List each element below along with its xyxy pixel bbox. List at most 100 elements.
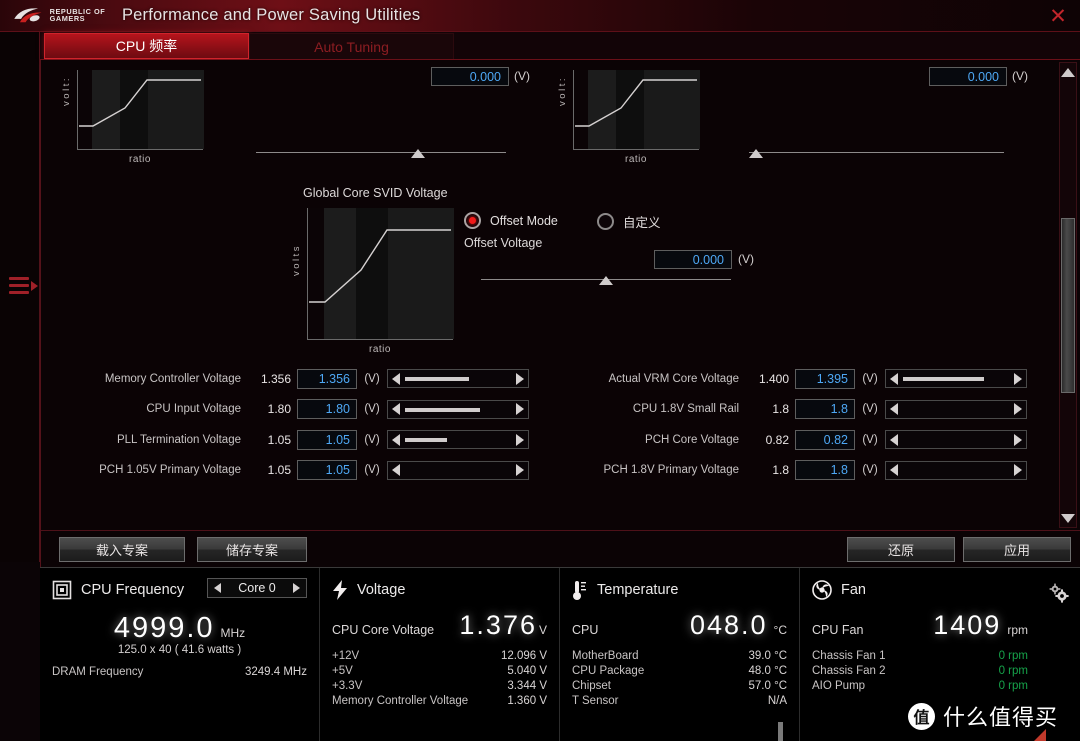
apply-button[interactable]: 应用 xyxy=(963,537,1071,562)
slider-thumb[interactable] xyxy=(599,276,613,285)
menu-toggle-icon[interactable] xyxy=(9,277,38,299)
voltage-row-slider[interactable] xyxy=(885,430,1027,449)
slider-fill xyxy=(405,377,469,381)
slider-fill xyxy=(903,377,984,381)
slider-fill xyxy=(405,407,480,412)
settings-gear-icon[interactable] xyxy=(1044,578,1074,608)
temperature-mini-scrollbar[interactable] xyxy=(778,722,783,741)
decrease-icon[interactable] xyxy=(890,372,898,385)
readout-row: Memory Controller Voltage 1.360 V xyxy=(332,695,547,707)
readout-row: +12V 12.096 V xyxy=(332,650,547,662)
cpu-fan-unit: rpm xyxy=(1007,623,1028,637)
graph-svid-voltage: volts ratio xyxy=(291,206,466,355)
hamburger-bar xyxy=(9,291,29,294)
voltage-row-slider[interactable] xyxy=(387,430,529,449)
right-voltage-input[interactable]: 0.000 xyxy=(929,67,1007,86)
offset-voltage-slider[interactable] xyxy=(481,272,731,288)
title-bar: REPUBLIC OF GAMERS Performance and Power… xyxy=(0,0,1080,32)
voltage-row-input[interactable]: 1.356 xyxy=(297,368,357,389)
slider-thumb[interactable] xyxy=(411,149,425,158)
decrease-icon[interactable] xyxy=(890,403,898,415)
load-profile-button[interactable]: 载入专案 xyxy=(59,537,185,562)
voltage-setting-row: Actual VRM Core Voltage 1.400 1.395 (V) xyxy=(559,368,1027,389)
dram-frequency-label: DRAM Frequency xyxy=(52,666,144,678)
readout-row: Chipset 57.0 °C xyxy=(572,680,787,692)
voltage-row-input[interactable]: 1.80 xyxy=(297,399,357,419)
vertical-scrollbar[interactable] xyxy=(1059,62,1077,528)
voltage-row-slider[interactable] xyxy=(885,460,1027,480)
increase-icon[interactable] xyxy=(1014,403,1022,415)
scroll-up-icon[interactable] xyxy=(1060,63,1076,81)
slider-thumb[interactable] xyxy=(749,149,763,158)
voltage-row-slider[interactable] xyxy=(885,399,1027,419)
voltage-row-input[interactable]: 0.82 xyxy=(795,429,855,450)
increase-icon[interactable] xyxy=(516,433,524,446)
offset-mode-label: Offset Mode xyxy=(490,213,558,228)
right-voltage-slider[interactable] xyxy=(749,145,1004,161)
voltage-row-unit: (V) xyxy=(364,433,380,446)
voltage-row-slider[interactable] xyxy=(387,460,529,480)
graph-right-xlabel: ratio xyxy=(625,154,647,165)
thermometer-icon xyxy=(573,580,586,600)
custom-mode-radio[interactable] xyxy=(597,213,614,230)
voltage-row-input[interactable]: 1.395 xyxy=(795,368,855,389)
restore-button[interactable]: 还原 xyxy=(847,537,955,562)
offset-mode-radio[interactable] xyxy=(464,212,481,229)
monitor-panel-voltage: Voltage CPU Core Voltage 1.376 V +12V 12.… xyxy=(320,568,560,741)
cpu-frequency-detail: 125.0 x 40 ( 41.6 watts ) xyxy=(117,644,242,656)
save-profile-button[interactable]: 储存专案 xyxy=(197,537,307,562)
voltage-row-unit: (V) xyxy=(364,372,380,385)
decrease-icon[interactable] xyxy=(392,433,400,446)
voltage-setting-row: PLL Termination Voltage 1.05 1.05 (V) xyxy=(61,429,529,450)
left-voltage-slider[interactable] xyxy=(256,145,506,161)
decrease-icon[interactable] xyxy=(890,433,898,446)
rog-eye-icon xyxy=(14,7,42,22)
tab-cpu-frequency[interactable]: CPU 频率 xyxy=(44,33,249,59)
voltage-row-slider[interactable] xyxy=(885,369,1027,388)
increase-icon[interactable] xyxy=(516,403,524,415)
voltage-row-input[interactable]: 1.05 xyxy=(297,429,357,450)
voltage-row-input[interactable]: 1.8 xyxy=(795,460,855,480)
voltage-row-unit: (V) xyxy=(862,403,878,415)
readout-label: Chassis Fan 1 xyxy=(812,650,886,662)
voltage-row-input[interactable]: 1.05 xyxy=(297,460,357,480)
offset-voltage-input[interactable]: 0.000 xyxy=(654,250,732,269)
increase-icon[interactable] xyxy=(516,464,524,476)
decrease-icon[interactable] xyxy=(392,372,400,385)
graph-left-xlabel: ratio xyxy=(129,154,151,165)
voltage-row-slider[interactable] xyxy=(387,399,529,419)
voltage-title: Voltage xyxy=(357,582,406,598)
graph-right-curve xyxy=(575,79,697,127)
readout-row: +5V 5.040 V xyxy=(332,665,547,677)
slider-track xyxy=(749,152,1004,153)
increase-icon[interactable] xyxy=(1014,372,1022,385)
close-icon[interactable]: ✕ xyxy=(1044,3,1072,29)
increase-icon[interactable] xyxy=(1014,433,1022,446)
custom-mode-option[interactable]: 自定义 xyxy=(597,212,661,231)
readout-value: 5.040 V xyxy=(507,665,547,677)
core-next-icon[interactable] xyxy=(293,583,300,593)
watermark-triangle-icon xyxy=(1030,729,1046,741)
voltage-row-current: 1.400 xyxy=(758,371,789,386)
left-voltage-input[interactable]: 0.000 xyxy=(431,67,509,86)
readout-row: MotherBoard 39.0 °C xyxy=(572,650,787,662)
decrease-icon[interactable] xyxy=(890,464,898,476)
offset-mode-option[interactable]: Offset Mode xyxy=(464,212,558,229)
voltage-row-current: 1.356 xyxy=(260,371,291,386)
voltage-row-current: 0.82 xyxy=(765,432,789,447)
decrease-icon[interactable] xyxy=(392,464,400,476)
voltage-row-current: 1.8 xyxy=(772,402,789,416)
voltage-row-input[interactable]: 1.8 xyxy=(795,399,855,419)
decrease-icon[interactable] xyxy=(392,403,400,415)
voltage-row-label: PLL Termination Voltage xyxy=(116,433,241,446)
increase-icon[interactable] xyxy=(516,372,524,385)
tab-auto-tuning[interactable]: Auto Tuning xyxy=(249,33,454,59)
voltage-row-slider[interactable] xyxy=(387,369,529,388)
temperature-readout-list: MotherBoard 39.0 °C CPU Package 48.0 °C Chip… xyxy=(572,650,787,741)
core-selector[interactable]: Core 0 xyxy=(207,578,307,598)
scroll-down-icon[interactable] xyxy=(1060,509,1076,527)
increase-icon[interactable] xyxy=(1014,464,1022,476)
cpu-fan-label: CPU Fan xyxy=(812,623,864,637)
scrollbar-thumb[interactable] xyxy=(1061,218,1075,393)
core-prev-icon[interactable] xyxy=(214,583,221,593)
